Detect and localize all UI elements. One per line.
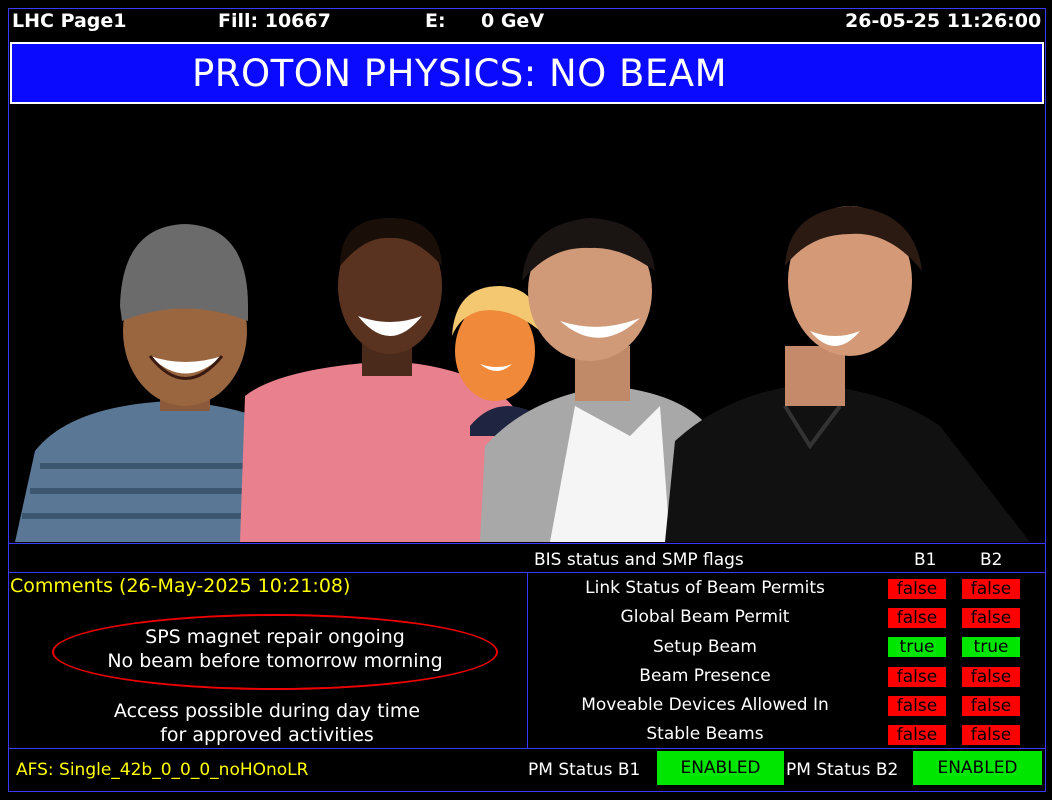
flag-label: Link Status of Beam Permits [585,578,825,598]
bis-col-b1: B1 [914,550,937,570]
divider-top [8,543,1046,544]
flag-b2: true [962,637,1020,657]
flag-b1: true [888,637,946,657]
flag-label: Global Beam Permit [620,607,790,627]
flag-b1: false [888,579,946,599]
comment-line-1: SPS magnet repair ongoing [145,626,405,648]
pm-b2-label: PM Status B2 [786,760,899,780]
comment-line-3: Access possible during day time [113,700,421,722]
flag-b1: false [888,725,946,745]
flag-b2: false [962,667,1020,687]
comments-heading: Comments (26-May-2025 10:21:08) [10,575,351,597]
flag-b2: false [962,579,1020,599]
flag-b2: false [962,725,1020,745]
divider-vertical [527,572,528,748]
comment-line-4: for approved activities [160,724,374,746]
flag-b2: false [962,608,1020,628]
person-5 [665,206,1030,542]
flag-b1: false [888,608,946,628]
flag-label: Stable Beams [646,724,764,744]
status-banner: PROTON PHYSICS: NO BEAM [10,42,1044,104]
flag-b1: false [888,696,946,716]
bis-col-b2: B2 [980,550,1003,570]
afs-status: AFS: Single_42b_0_0_0_noHOnoLR [16,760,309,780]
flag-label: Setup Beam [653,637,757,657]
flag-b2: false [962,696,1020,716]
flag-b1: false [888,667,946,687]
bis-title: BIS status and SMP flags [534,550,744,570]
people-image [15,206,1030,542]
flag-label: Moveable Devices Allowed In [581,695,829,715]
banner-title: PROTON PHYSICS: NO BEAM [192,52,728,95]
flag-label: Beam Presence [639,666,771,686]
pm-b1-label: PM Status B1 [528,760,641,780]
photo-panel [10,106,1044,542]
comment-line-2: No beam before tomorrow morning [107,650,443,672]
pm-b1-status: ENABLED [657,751,784,785]
divider-bottom [8,748,1046,749]
pm-b2-status: ENABLED [913,751,1042,785]
